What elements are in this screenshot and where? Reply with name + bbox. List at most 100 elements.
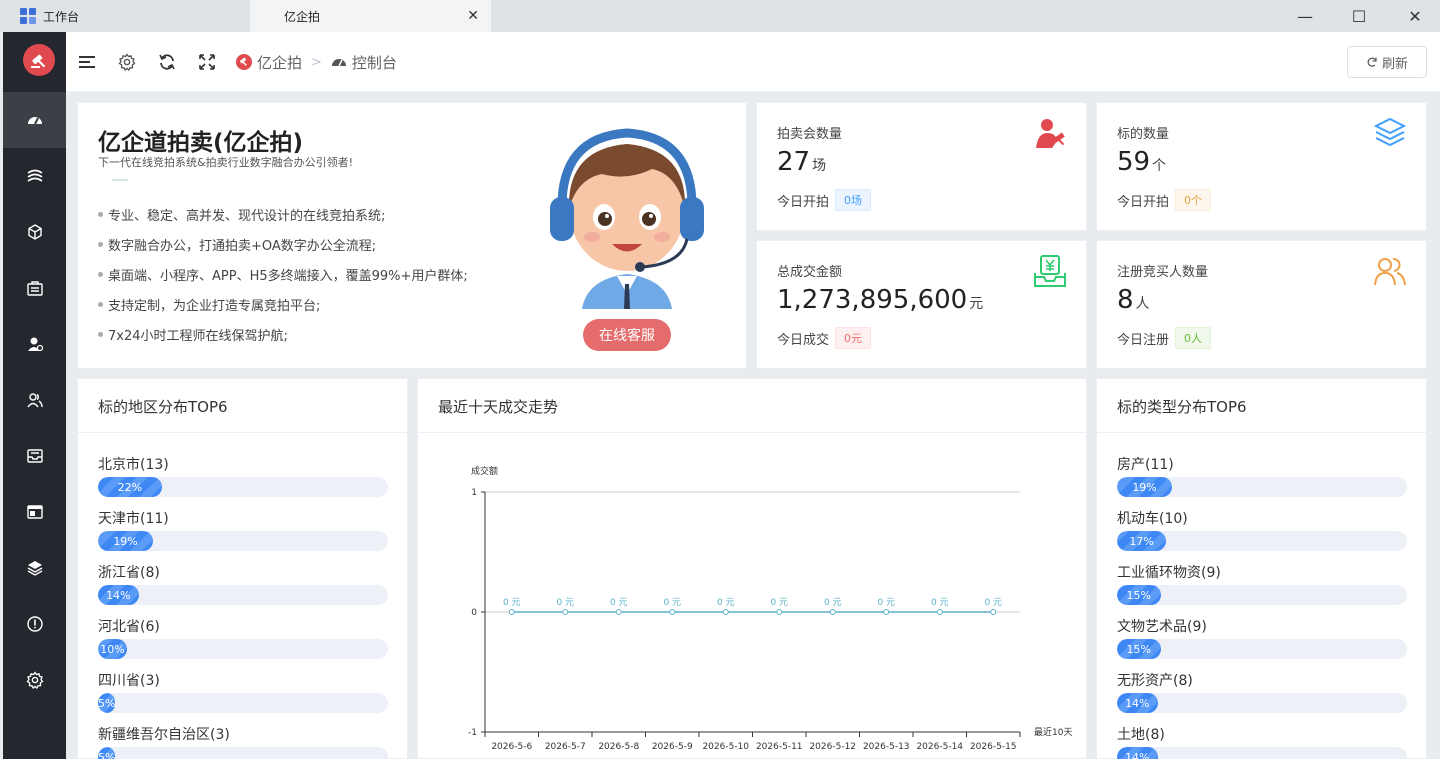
- users-icon: [26, 393, 43, 408]
- stat-value: 27 场: [777, 147, 827, 177]
- list-item: 数字融合办公，打通拍卖+OA数字办公全流程;: [98, 229, 468, 259]
- stat-label: 拍卖会数量: [777, 127, 843, 142]
- bullet-icon: [98, 211, 103, 217]
- sidebar-item-cube[interactable]: [3, 204, 66, 260]
- progress-track: 5%: [98, 747, 388, 759]
- maximize-button[interactable]: ☐: [1336, 4, 1382, 28]
- x-tick-label: 2026-5-14: [916, 742, 963, 752]
- dashboard-icon: [27, 117, 42, 125]
- hero-subtitle: 下一代在线竞拍系统&拍卖行业数字融合办公引领者!: [98, 156, 353, 169]
- data-label: 0 元: [556, 598, 574, 608]
- status-badge: 0人: [1175, 327, 1212, 349]
- data-label: 0 元: [663, 598, 681, 608]
- bar-label: 工业循环物资(9): [1117, 565, 1221, 581]
- feature-text: 桌面端、小程序、APP、H5多终端接入，覆盖99%+用户群体;: [108, 268, 468, 284]
- sidebar-item-inbox[interactable]: [3, 428, 66, 484]
- bar-label: 机动车(10): [1117, 511, 1188, 527]
- inbox-icon: [26, 449, 43, 463]
- close-icon[interactable]: ✕: [467, 8, 479, 24]
- sidebar-item-users[interactable]: [3, 372, 66, 428]
- progress-track: 15%: [1117, 639, 1407, 659]
- y-tick-label: 1: [471, 488, 477, 498]
- panel-title: 最近十天成交走势: [438, 398, 559, 416]
- data-point: [562, 609, 569, 615]
- menu-toggle-icon[interactable]: [77, 52, 97, 72]
- breadcrumb-item-console: 控制台: [351, 53, 397, 72]
- sidebar-item-auction[interactable]: [3, 148, 66, 204]
- sidebar-item-layers[interactable]: [3, 540, 66, 596]
- list-item: 四川省(3) 5%: [98, 671, 388, 713]
- progress-track: 19%: [1117, 477, 1407, 497]
- layers-icon: [27, 561, 42, 576]
- progress-fill: 22%: [98, 477, 162, 497]
- list-item: 天津市(11) 19%: [98, 509, 388, 551]
- stat-today: 今日开拍 0个: [1117, 189, 1212, 211]
- stat-value: 1,273,895,600 元: [777, 285, 984, 315]
- refresh-button[interactable]: 刷新: [1347, 46, 1427, 78]
- y-tick-label: 0: [471, 608, 477, 618]
- sidebar-item-settings[interactable]: [3, 652, 66, 708]
- progress-fill: 14%: [98, 585, 139, 605]
- stat-card-auctions: 拍卖会数量 27 场 今日开拍 0场: [756, 102, 1087, 231]
- stat-label: 注册竞买人数量: [1117, 265, 1209, 280]
- tab-workbench[interactable]: 工作台: [0, 0, 250, 32]
- bullet-icon: [98, 301, 103, 307]
- data-point: [508, 609, 515, 615]
- tab-yiqipai[interactable]: 亿企拍 ✕: [250, 0, 491, 32]
- users-icon: [1374, 258, 1406, 286]
- stat-value: 8人: [1117, 285, 1150, 315]
- progress-fill: 5%: [98, 747, 115, 759]
- progress-track: 14%: [1117, 693, 1407, 713]
- stat-label: 总成交金额: [777, 265, 843, 280]
- progress-track: 22%: [98, 477, 388, 497]
- data-label: 0 元: [770, 598, 788, 608]
- bar-label: 北京市(13): [98, 457, 169, 473]
- bar-label: 无形资产(8): [1117, 673, 1193, 689]
- data-label: 0 元: [931, 598, 949, 608]
- sidebar-item-dashboard[interactable]: [3, 92, 66, 148]
- sidebar-item-browser[interactable]: [3, 484, 66, 540]
- reload-icon[interactable]: [157, 52, 177, 72]
- x-tick-label: 2026-5-12: [809, 742, 856, 752]
- list-item: 浙江省(8) 14%: [98, 563, 388, 605]
- data-point: [883, 609, 890, 615]
- status-badge: 0元: [835, 327, 872, 349]
- progress-fill: 17%: [1117, 531, 1167, 551]
- sidebar-item-alert[interactable]: [3, 596, 66, 652]
- bar-label: 四川省(3): [98, 673, 160, 689]
- breadcrumb-item-yiqipai[interactable]: 亿企拍: [257, 52, 302, 73]
- list-item: 新疆维吾尔自治区(3) 5%: [98, 725, 388, 759]
- briefcase-icon: [26, 281, 43, 296]
- minimize-button[interactable]: —: [1282, 4, 1328, 28]
- settings-icon[interactable]: [117, 52, 137, 72]
- stat-card-bidders: 注册竞买人数量 8人 今日注册 0人: [1096, 240, 1427, 369]
- progress-fill: 14%: [1117, 747, 1158, 759]
- sidebar-item-briefcase[interactable]: [3, 260, 66, 316]
- list-item: 支持定制，为企业打造专属竞拍平台;: [98, 289, 468, 319]
- hero-title: 亿企道拍卖(亿企拍): [98, 130, 304, 156]
- data-point: [990, 609, 997, 615]
- window-close-button[interactable]: ✕: [1392, 4, 1438, 28]
- type-distribution-panel: 标的类型分布TOP6 房产(11) 19% 机动车(10) 17% 工业循环物资(9) 1…: [1096, 378, 1427, 759]
- app-logo[interactable]: [23, 44, 55, 76]
- bar-label: 新疆维吾尔自治区(3): [98, 727, 230, 743]
- feature-list: 专业、稳定、高并发、现代设计的在线竞拍系统; 数字融合办公，打通拍卖+OA数字办…: [98, 199, 468, 349]
- dashboard-icon: [331, 59, 346, 67]
- sidebar-item-user[interactable]: [3, 316, 66, 372]
- data-point: [776, 609, 783, 615]
- breadcrumb: 亿企拍 > 控制台: [236, 52, 397, 72]
- auction-icon: [27, 169, 42, 182]
- progress-fill: 15%: [1117, 639, 1161, 659]
- online-service-button[interactable]: 在线客服: [583, 319, 671, 351]
- list-item: 无形资产(8) 14%: [1117, 671, 1407, 713]
- x-tick-label: 2026-5-11: [756, 742, 803, 752]
- bar-label: 土地(8): [1117, 727, 1165, 743]
- x-tick-label: 2026-5-7: [545, 742, 586, 752]
- list-item: 房产(11) 19%: [1117, 455, 1407, 497]
- progress-track: 5%: [98, 693, 388, 713]
- alert-icon: [26, 616, 43, 632]
- trend-panel: 最近十天成交走势 成交额 1 0 -1 2026-5-6 2026-5-7 2026-5-8…: [417, 378, 1087, 759]
- bullet-icon: [98, 241, 103, 247]
- fullscreen-icon[interactable]: [197, 52, 217, 72]
- data-point: [722, 609, 729, 615]
